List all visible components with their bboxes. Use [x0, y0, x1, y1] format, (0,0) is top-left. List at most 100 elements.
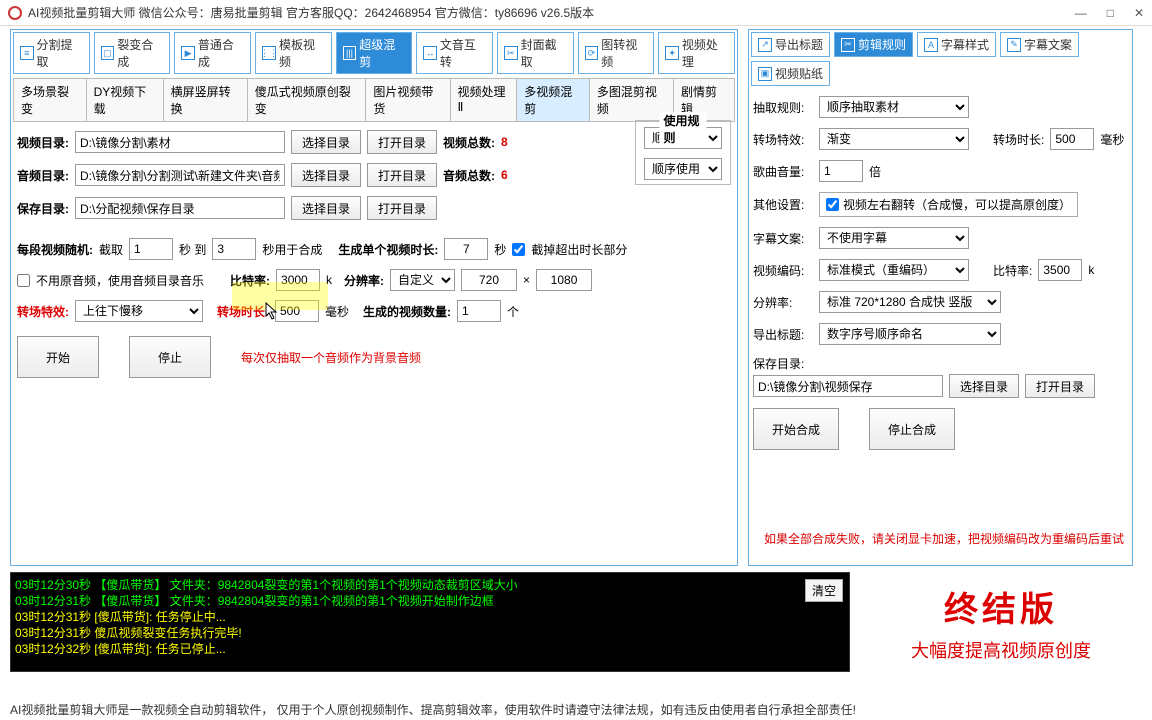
- sec-to: 秒 到: [179, 241, 206, 258]
- subtab-多视频混剪[interactable]: 多视频混剪: [517, 79, 590, 121]
- r-save-open[interactable]: 打开目录: [1025, 374, 1095, 398]
- save-dir-open[interactable]: 打开目录: [367, 196, 437, 220]
- log-console: 清空 03时12分30秒 【傻瓜带货】 文件夹：9842804裂变的第1个视频的…: [10, 572, 850, 672]
- bitrate-input[interactable]: [276, 269, 320, 291]
- log-line: 03时12分30秒 【傻瓜带货】 文件夹：9842804裂变的第1个视频的第1个…: [15, 577, 845, 593]
- tab-文音互转[interactable]: ↔文音互转: [416, 32, 493, 74]
- r-trans-dur-input[interactable]: [1050, 128, 1094, 150]
- subtab-多场景裂变[interactable]: 多场景裂变: [14, 79, 87, 121]
- rule-select-2[interactable]: 顺序使用: [644, 158, 722, 180]
- tab-icon: ✂: [504, 46, 518, 60]
- right-tabs: ↗导出标题✂剪辑规则A字幕样式✎字幕文案 ▣视频贴纸: [751, 32, 1130, 86]
- tab-图转视频[interactable]: ⟳图转视频: [578, 32, 655, 74]
- video-total-label: 视频总数:: [443, 134, 495, 151]
- use-rule-title: 使用规则: [660, 112, 707, 146]
- r-stop-button[interactable]: 停止合成: [869, 408, 955, 450]
- save-dir-input[interactable]: [75, 197, 285, 219]
- seg-from[interactable]: [129, 238, 173, 260]
- k-label: k: [326, 273, 332, 287]
- tab-icon: ▢: [101, 46, 115, 60]
- gen-one-input[interactable]: [444, 238, 488, 260]
- titlebar: AI视频批量剪辑大师 微信公众号：唐易批量剪辑 官方客服QQ：264246895…: [0, 0, 1152, 26]
- save-dir-select[interactable]: 选择目录: [291, 196, 361, 220]
- subtab-傻瓜式视频原创裂变[interactable]: 傻瓜式视频原创裂变: [248, 79, 367, 121]
- r-pick-select[interactable]: 顺序抽取素材: [819, 96, 969, 118]
- start-button[interactable]: 开始: [17, 336, 99, 378]
- r-vol-input[interactable]: [819, 160, 863, 182]
- noorig-check[interactable]: [17, 274, 30, 287]
- gen-count-input[interactable]: [457, 300, 501, 322]
- brand-sub: 大幅度提高视频原创度: [911, 637, 1091, 663]
- video-dir-select[interactable]: 选择目录: [291, 130, 361, 154]
- rtab-icon: ✂: [841, 38, 855, 52]
- noorig-label: 不用原音频，使用音频目录音乐: [36, 272, 204, 289]
- rtab-剪辑规则[interactable]: ✂剪辑规则: [834, 32, 913, 57]
- r-exp-label: 导出标题:: [753, 326, 813, 343]
- min-button[interactable]: —: [1075, 6, 1087, 20]
- r-sub-select[interactable]: 不使用字幕: [819, 227, 969, 249]
- trunc-check[interactable]: [512, 243, 525, 256]
- log-line: 03时12分32秒 [傻瓜带货]: 任务已停止...: [15, 641, 845, 657]
- r-res-label: 分辨率:: [753, 294, 813, 311]
- rtab-视频贴纸[interactable]: ▣视频贴纸: [751, 61, 830, 86]
- r-exp-select[interactable]: 数字序号顺序命名: [819, 323, 1001, 345]
- r-save-label: 保存目录:: [753, 355, 813, 372]
- res-h[interactable]: [536, 269, 592, 291]
- right-panel: ↗导出标题✂剪辑规则A字幕样式✎字幕文案▣视频贴纸 抽取规则: 顺序抽取素材 转…: [748, 29, 1133, 566]
- gen-one-label: 生成单个视频时长:: [338, 241, 438, 258]
- stop-button[interactable]: 停止: [129, 336, 211, 378]
- tab-icon: ≡: [20, 46, 34, 60]
- subtab-横屏竖屏转换[interactable]: 横屏竖屏转换: [164, 79, 248, 121]
- r-trans-select[interactable]: 渐变: [819, 128, 969, 150]
- tab-封面截取[interactable]: ✂封面截取: [497, 32, 574, 74]
- r-trans-dur-label: 转场时长:: [993, 131, 1044, 148]
- rtab-icon: ▣: [758, 67, 772, 81]
- tab-视频处理[interactable]: ✦视频处理: [658, 32, 735, 74]
- tab-模板视频[interactable]: ⋮⋮模板视频: [255, 32, 332, 74]
- seg-to[interactable]: [212, 238, 256, 260]
- trans-dur-input[interactable]: [275, 300, 319, 322]
- r-save-input[interactable]: [753, 375, 943, 397]
- tab-分割提取[interactable]: ≡分割提取: [13, 32, 90, 74]
- trans-label: 转场特效:: [17, 303, 69, 320]
- trunc-label: 截掉超出时长部分: [531, 241, 627, 258]
- r-res-select[interactable]: 标准 720*1280 合成快 竖版: [819, 291, 1001, 313]
- audio-dir-open[interactable]: 打开目录: [367, 163, 437, 187]
- r-k: k: [1088, 263, 1094, 277]
- res-w[interactable]: [461, 269, 517, 291]
- res-select[interactable]: 自定义: [390, 269, 455, 291]
- subtab-视频处理Ⅱ[interactable]: 视频处理Ⅱ: [451, 79, 518, 121]
- save-dir-label: 保存目录:: [17, 200, 69, 217]
- bg-audio-note: 每次仅抽取一个音频作为背景音频: [241, 349, 421, 366]
- audio-dir-select[interactable]: 选择目录: [291, 163, 361, 187]
- rtab-字幕样式[interactable]: A字幕样式: [917, 32, 996, 57]
- r-enc-select[interactable]: 标准模式（重编码）: [819, 259, 969, 281]
- video-dir-input[interactable]: [75, 131, 285, 153]
- tab-普通合成[interactable]: ▶普通合成: [174, 32, 251, 74]
- r-bitrate-input[interactable]: [1038, 259, 1082, 281]
- tab-超级混剪[interactable]: |||超级混剪: [336, 32, 413, 74]
- close-button[interactable]: ✕: [1134, 6, 1144, 20]
- tab-裂变合成[interactable]: ▢裂变合成: [94, 32, 171, 74]
- rtab-字幕文案[interactable]: ✎字幕文案: [1000, 32, 1079, 57]
- r-start-button[interactable]: 开始合成: [753, 408, 839, 450]
- r-save-select[interactable]: 选择目录: [949, 374, 1019, 398]
- max-button[interactable]: □: [1107, 6, 1114, 20]
- subtab-DY视频下载[interactable]: DY视频下载: [87, 79, 164, 121]
- r-flip-check[interactable]: [826, 198, 839, 211]
- cut-label: 截取: [99, 241, 123, 258]
- sub-tabs: 多场景裂变DY视频下载横屏竖屏转换傻瓜式视频原创裂变图片视频带货视频处理Ⅱ多视频…: [13, 78, 735, 122]
- audio-total-label: 音频总数:: [443, 167, 495, 184]
- r-other-label: 其他设置:: [753, 196, 813, 213]
- trans-dur-label: 转场时长:: [217, 303, 269, 320]
- app-icon: [8, 6, 22, 20]
- audio-dir-input[interactable]: [75, 164, 285, 186]
- clear-log-button[interactable]: 清空: [805, 579, 843, 602]
- trans-select[interactable]: 上往下慢移: [75, 300, 203, 322]
- rtab-icon: ↗: [758, 38, 772, 52]
- video-dir-open[interactable]: 打开目录: [367, 130, 437, 154]
- subtab-图片视频带货[interactable]: 图片视频带货: [366, 79, 450, 121]
- r-trans-label: 转场特效:: [753, 131, 813, 148]
- ms-label: 毫秒: [325, 303, 349, 320]
- rtab-导出标题[interactable]: ↗导出标题: [751, 32, 830, 57]
